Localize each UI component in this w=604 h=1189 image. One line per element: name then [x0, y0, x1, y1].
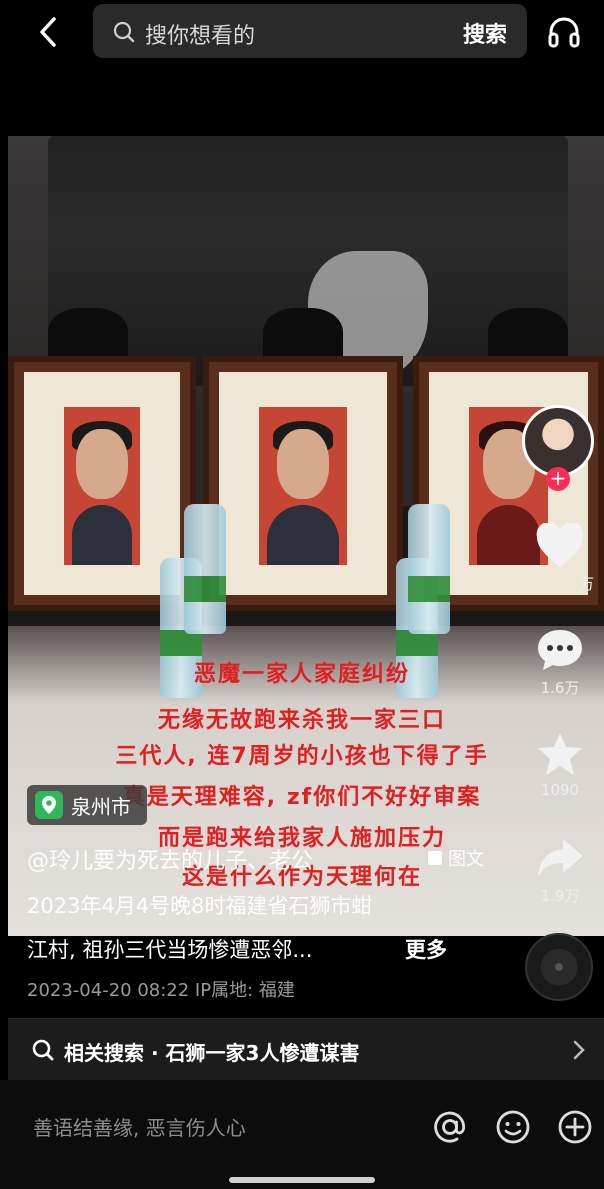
at-mention-icon[interactable]	[431, 1108, 469, 1146]
comment-bar: 善语结善缘, 恶言伤人心	[0, 1080, 604, 1189]
search-icon	[113, 21, 135, 43]
portrait-frame-center	[203, 356, 403, 611]
top-bar: 搜你想看的 搜索	[0, 0, 604, 64]
related-search-text: 相关搜索 · 石狮一家3人惨遭谋害	[64, 1041, 360, 1065]
share-count: 1.9万	[540, 887, 580, 905]
heart-icon	[536, 523, 584, 567]
location-name: 泉州市	[71, 794, 131, 819]
share-arrow-icon	[538, 839, 583, 877]
chevron-right-icon	[573, 1040, 585, 1060]
post-type-label: 图文	[448, 849, 484, 870]
search-button[interactable]: 搜索	[463, 17, 507, 49]
description-line: 江村, 祖孙三代当场惨遭恶邻...	[27, 938, 313, 962]
back-arrow-icon	[40, 17, 56, 47]
description-line: 2023年4月4号晚8时福建省石狮市蚶	[27, 894, 373, 918]
emoji-icon[interactable]	[494, 1108, 532, 1146]
post-type-badge: 图文	[428, 845, 484, 871]
overlay-text-line: 三代人, 连7周岁的小孩也下得了手	[115, 744, 489, 769]
overlay-text-line: 恶魔一家人家庭纠纷	[193, 662, 410, 687]
author-name[interactable]: @玲儿要为死去的儿子、老公	[27, 843, 313, 875]
headphone-icon[interactable]	[546, 14, 582, 50]
star-icon	[538, 733, 582, 775]
add-icon[interactable]	[556, 1108, 594, 1146]
comment-input[interactable]: 善语结善缘, 恶言伤人心	[33, 1112, 246, 1141]
location-tag[interactable]: 泉州市	[27, 785, 147, 825]
favorite-count: 1090	[540, 781, 580, 799]
search-input[interactable]: 搜你想看的	[145, 18, 255, 50]
related-search-bar[interactable]: 相关搜索 · 石狮一家3人惨遭谋害	[8, 1018, 604, 1080]
overlay-text-line: 无缘无故跑来杀我一家三口	[157, 708, 446, 733]
search-box[interactable]: 搜你想看的 搜索	[93, 4, 527, 58]
like-count: 万	[578, 575, 594, 593]
comment-icon	[538, 630, 582, 670]
music-disc-icon[interactable]	[525, 933, 593, 1001]
home-indicator[interactable]	[229, 1177, 375, 1183]
follow-button[interactable]: +	[546, 467, 570, 491]
back-button[interactable]	[28, 12, 68, 52]
post-meta: 2023-04-20 08:22 IP属地: 福建	[27, 980, 295, 1001]
favorite-button[interactable]: 1090	[520, 731, 600, 799]
share-button[interactable]: 1.9万	[520, 835, 600, 906]
comment-count: 1.6万	[540, 679, 580, 697]
comment-button[interactable]: 1.6万	[520, 627, 600, 698]
location-pin-icon	[35, 791, 63, 819]
search-icon	[32, 1039, 54, 1061]
more-button[interactable]: 更多	[405, 934, 447, 964]
water-bottle	[408, 504, 450, 634]
like-button[interactable]: 万	[520, 523, 600, 594]
water-bottle	[184, 504, 226, 634]
image-text-icon	[428, 851, 442, 865]
